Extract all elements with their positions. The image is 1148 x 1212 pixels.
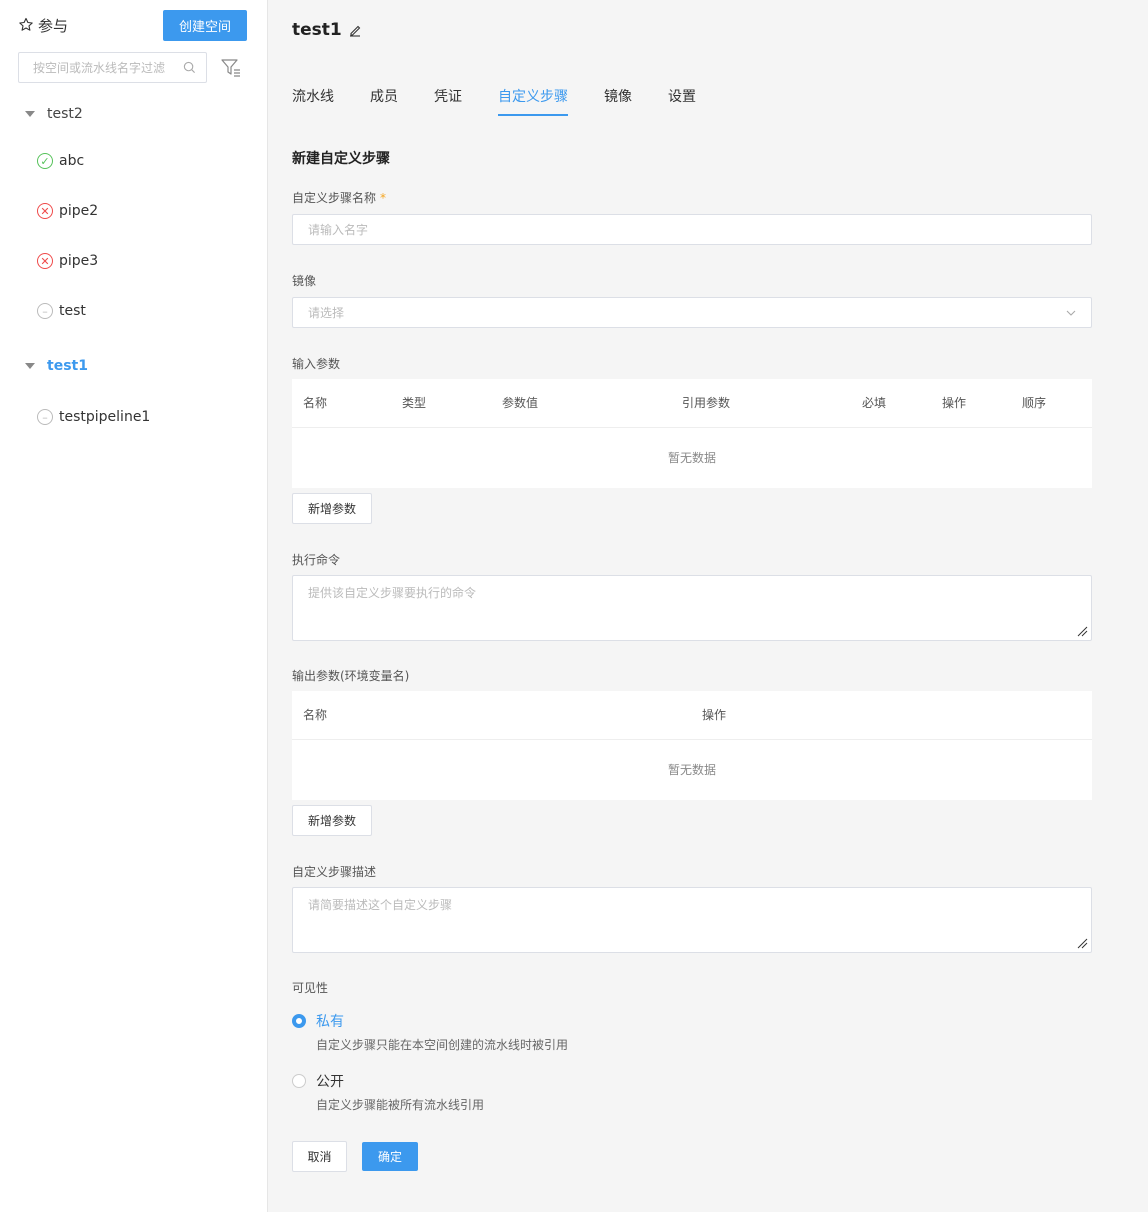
- success-icon: ✓: [37, 153, 53, 169]
- cancel-button[interactable]: 取消: [292, 1141, 347, 1172]
- command-textarea[interactable]: [293, 576, 1091, 640]
- empty-state: 暂无数据: [667, 763, 716, 777]
- column-header: 必填: [862, 396, 887, 410]
- column-header: 引用参数: [682, 396, 731, 410]
- sidebar-title: 参与: [18, 15, 68, 36]
- tab-settings[interactable]: 设置: [668, 80, 696, 116]
- filter-icon[interactable]: [220, 57, 242, 79]
- output-params-table: 名称 操作 暂无数据: [292, 691, 1092, 800]
- empty-state: 暂无数据: [667, 451, 716, 465]
- image-label: 镜像: [292, 274, 317, 288]
- caret-down-icon[interactable]: [25, 111, 35, 117]
- table-header: 名称 类型 参数值 引用参数 必填 操作 顺序: [292, 379, 1092, 428]
- column-header: 参数值: [502, 396, 539, 410]
- tree-item-testpipeline1[interactable]: – testpipeline1: [0, 392, 267, 442]
- chevron-down-icon: [1066, 310, 1076, 316]
- failed-icon: ✕: [37, 253, 53, 269]
- page-title: test1: [292, 20, 362, 40]
- command-field: [292, 575, 1092, 641]
- radio-unchecked-icon[interactable]: [292, 1074, 306, 1088]
- sidebar-title-text: 参与: [38, 16, 69, 35]
- column-header: 操作: [702, 708, 727, 722]
- tree-group-label: test2: [47, 106, 83, 122]
- create-space-button[interactable]: 创建空间: [162, 9, 247, 41]
- image-select-input[interactable]: [308, 305, 1066, 320]
- name-label: 自定义步骤名称 *: [292, 189, 386, 206]
- column-header: 操作: [942, 396, 967, 410]
- column-header: 名称: [303, 396, 328, 410]
- output-params-label: 输出参数(环境变量名): [292, 669, 410, 683]
- main-content: test1 流水线 成员 凭证 自定义步骤 镜像 设置 新建自定义步骤 自定义步…: [268, 0, 1148, 1212]
- private-description: 自定义步骤只能在本空间创建的流水线时被引用: [316, 1038, 569, 1052]
- resize-handle-icon[interactable]: [1076, 625, 1088, 637]
- tree-group-test1[interactable]: test1: [0, 344, 267, 388]
- tab-members[interactable]: 成员: [370, 80, 398, 116]
- add-input-param-button[interactable]: 新增参数: [292, 493, 373, 524]
- tree-group-test2[interactable]: test2: [0, 92, 267, 136]
- radio-public-label: 公开: [316, 1074, 344, 1090]
- tab-custom-steps[interactable]: 自定义步骤: [498, 80, 568, 116]
- public-description: 自定义步骤能被所有流水线引用: [316, 1098, 485, 1112]
- not-run-icon: –: [37, 303, 53, 319]
- required-mark: *: [380, 191, 387, 205]
- tree-item-label: pipe2: [59, 203, 99, 219]
- tree-item-label: pipe3: [59, 253, 99, 269]
- tree-item-abc[interactable]: ✓ abc: [0, 136, 267, 186]
- resize-handle-icon[interactable]: [1076, 937, 1088, 949]
- sidebar-header: 参与 创建空间: [18, 9, 247, 41]
- tab-images[interactable]: 镜像: [604, 80, 632, 116]
- tree-item-pipe2[interactable]: ✕ pipe2: [0, 186, 267, 236]
- visibility-label: 可见性: [292, 981, 329, 995]
- radio-checked-icon[interactable]: [292, 1014, 306, 1028]
- sidebar-search: [18, 52, 207, 83]
- tab-credentials[interactable]: 凭证: [434, 80, 462, 116]
- desc-field: [292, 887, 1092, 953]
- tab-bar: 流水线 成员 凭证 自定义步骤 镜像 设置: [292, 80, 732, 118]
- input-params-label: 输入参数: [292, 357, 341, 371]
- name-field: [292, 214, 1092, 245]
- tree-item-label: abc: [59, 153, 85, 169]
- desc-textarea[interactable]: [293, 888, 1091, 952]
- tree-item-label: testpipeline1: [59, 409, 151, 425]
- column-header: 顺序: [1022, 396, 1047, 410]
- page-title-text: test1: [292, 20, 342, 40]
- name-label-text: 自定义步骤名称: [292, 191, 377, 205]
- tree-group-label: test1: [47, 358, 88, 374]
- star-icon[interactable]: [18, 17, 34, 33]
- tree-item-label: test: [59, 303, 86, 319]
- failed-icon: ✕: [37, 203, 53, 219]
- input-params-table: 名称 类型 参数值 引用参数 必填 操作 顺序 暂无数据: [292, 379, 1092, 488]
- form-title: 新建自定义步骤: [292, 151, 390, 167]
- search-icon[interactable]: [183, 61, 196, 74]
- command-label: 执行命令: [292, 553, 341, 567]
- tab-pipelines[interactable]: 流水线: [292, 80, 334, 116]
- radio-public[interactable]: 公开: [292, 1071, 344, 1091]
- space-tree: test2 ✓ abc ✕ pipe2 ✕ pipe3 – test test1…: [0, 92, 267, 442]
- column-header: 名称: [303, 708, 328, 722]
- tree-item-pipe3[interactable]: ✕ pipe3: [0, 236, 267, 286]
- confirm-button[interactable]: 确定: [362, 1142, 418, 1171]
- not-run-icon: –: [37, 409, 53, 425]
- search-input[interactable]: [33, 60, 183, 75]
- table-header: 名称 操作: [292, 691, 1092, 740]
- radio-private[interactable]: 私有: [292, 1011, 344, 1031]
- edit-icon[interactable]: [348, 23, 362, 37]
- radio-private-label: 私有: [316, 1014, 344, 1030]
- caret-down-icon[interactable]: [25, 363, 35, 369]
- tree-item-test[interactable]: – test: [0, 286, 267, 336]
- sidebar: 参与 创建空间 test2 ✓ abc ✕ pipe2 ✕ pipe3 – te…: [0, 0, 268, 1212]
- image-select[interactable]: [292, 297, 1092, 328]
- desc-label: 自定义步骤描述: [292, 865, 377, 879]
- column-header: 类型: [402, 396, 427, 410]
- add-output-param-button[interactable]: 新增参数: [292, 805, 373, 836]
- name-input[interactable]: [308, 222, 1076, 237]
